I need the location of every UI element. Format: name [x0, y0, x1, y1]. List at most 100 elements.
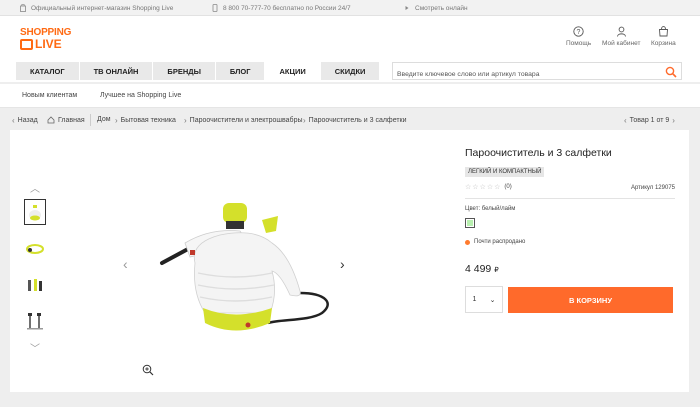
star-icon: ☆ [472, 184, 479, 191]
chevron-left-icon[interactable]: ‹ [624, 116, 627, 125]
chevron-left-icon: ‹ [12, 116, 15, 125]
cabinet-button[interactable]: Мой кабинет [602, 26, 640, 47]
crumb-separator [90, 114, 91, 126]
shop-label: Официальный интернет-магазин Shopping Li… [31, 4, 174, 12]
thumbs-up-arrow[interactable]: ︿ [30, 180, 40, 195]
search-icon[interactable] [665, 66, 677, 78]
user-icon [616, 26, 626, 37]
product-card: ︿ ﹀ ‹ › Пароочиститель и 3 салфетки ЛЕГК… [10, 130, 689, 392]
swatch-fill [467, 220, 473, 226]
best-link[interactable]: Лучшее на Shopping Live [100, 92, 181, 99]
top-info-bar: Официальный интернет-магазин Shopping Li… [0, 0, 700, 16]
help-icon: ? [573, 26, 584, 37]
cart-label: Корзина [651, 40, 676, 47]
crumb-item-2[interactable]: › Пароочистители и электрошвабры [184, 116, 303, 125]
product-tag: ЛЕГКИЙ И КОМПАКТНЫЙ [465, 167, 545, 177]
crumb-label: Пароочистители и электрошвабры [189, 117, 303, 124]
nav-discounts[interactable]: Скидки [320, 62, 381, 80]
header: SHOPPING LIVE ? Помощь Мой кабинет Корзи… [0, 16, 700, 60]
next-image-button[interactable]: › [340, 256, 345, 272]
steamer-accessory-thumb-image [26, 244, 44, 254]
nav-promo[interactable]: Акции [265, 62, 321, 80]
crumb-item-3: › Пароочиститель и 3 салфетки [303, 116, 407, 125]
availability: Почти распродано [465, 239, 525, 245]
price-value: 4 499 [465, 263, 492, 275]
add-to-cart-button[interactable]: В КОРЗИНУ [508, 287, 673, 313]
shop-info: Официальный интернет-магазин Shopping Li… [20, 4, 173, 12]
nav-brands[interactable]: Бренды [153, 62, 216, 80]
crumb-label: Пароочиститель и 3 салфетки [308, 117, 407, 124]
thumbnail-4[interactable] [24, 308, 46, 334]
product-counter: ‹ Товар 1 от 9 › [624, 116, 675, 125]
cart-button[interactable]: Корзина [651, 26, 676, 47]
steamer-thumb-image [29, 205, 41, 221]
help-button[interactable]: ? Помощь [566, 26, 591, 47]
home-icon [47, 116, 55, 124]
nav-blog[interactable]: Блог [215, 62, 266, 80]
counter-label: Товар 1 от 9 [629, 117, 670, 124]
cart-icon [658, 26, 668, 37]
home-label: Главная [58, 116, 85, 124]
price-currency: ₽ [494, 267, 499, 274]
star-icon: ☆ [486, 184, 494, 191]
thumbs-down-arrow[interactable]: ﹀ [30, 340, 40, 355]
crumb-item-1[interactable]: › Бытовая техника [115, 116, 176, 125]
chevron-right-icon: › [184, 116, 187, 125]
bag-icon [20, 4, 26, 12]
breadcrumb: ‹ Назад Главная Дом › Бытовая техника › Пар… [0, 110, 700, 130]
main-nav: Каталог ТВ онлайн Бренды Блог Акции Скид… [0, 60, 700, 83]
color-swatch[interactable] [465, 218, 475, 228]
star-icon: ☆ [479, 184, 486, 191]
star-icon: ☆ [465, 184, 472, 191]
star-icon: ☆ [494, 184, 501, 191]
thumbnail-1[interactable] [24, 199, 46, 225]
sub-nav: Новым клиентам Лучшее на Shopping Live [0, 84, 700, 108]
watch-online-label: Смотреть онлайн [415, 4, 468, 12]
phone-number: 8 800 70-777-70 бесплатно по России 24/7 [223, 4, 351, 12]
crumb-label: Дом [97, 116, 111, 123]
nav-tv-online[interactable]: ТВ онлайн [79, 62, 154, 80]
quantity-value: 1 [472, 296, 477, 303]
tv-icon [20, 39, 33, 50]
chevron-right-icon: › [303, 116, 306, 125]
nav-catalog[interactable]: Каталог [16, 62, 80, 80]
svg-text:?: ? [577, 29, 581, 36]
chevron-down-icon: ⌄ [489, 296, 496, 304]
search-box [392, 62, 682, 83]
phone-info[interactable]: 8 800 70-777-70 бесплатно по России 24/7 [212, 4, 351, 12]
prev-image-button[interactable]: ‹ [123, 256, 128, 272]
home-link[interactable]: Главная [47, 116, 85, 124]
play-icon [405, 6, 409, 10]
product-main-image [160, 203, 329, 331]
help-label: Помощь [566, 40, 592, 47]
thumbnail-2[interactable] [24, 236, 46, 262]
logo-line2-text: LIVE [35, 37, 62, 51]
logo[interactable]: SHOPPING LIVE [20, 28, 71, 51]
product-title: Пароочиститель и 3 салфетки [465, 147, 612, 159]
phone-icon [212, 4, 218, 12]
nozzles-thumb-image [27, 313, 43, 330]
logo-line2: LIVE [20, 38, 71, 51]
search-input[interactable] [393, 66, 653, 83]
divider [465, 198, 675, 199]
crumb-item-0[interactable]: Дом [97, 116, 111, 123]
zoom-icon[interactable] [142, 364, 154, 376]
watch-online-link[interactable]: Смотреть онлайн [404, 4, 468, 12]
price: 4 499 ₽ [465, 263, 499, 275]
nav-tabs: Каталог ТВ онлайн Бренды Блог Акции Скид… [16, 62, 381, 80]
thumbnail-3[interactable] [24, 272, 46, 298]
availability-label: Почти распродано [474, 239, 526, 245]
back-link[interactable]: ‹ Назад [12, 116, 38, 125]
new-clients-link[interactable]: Новым клиентам [22, 92, 77, 99]
crumb-label: Бытовая техника [120, 117, 176, 124]
rating-stars[interactable]: ☆ ☆ ☆ ☆ ☆ (0) [465, 183, 512, 191]
chevron-right-icon[interactable]: › [672, 116, 675, 125]
availability-dot-icon [465, 239, 470, 245]
rating-count: (0) [504, 184, 512, 190]
cabinet-label: Мой кабинет [602, 40, 641, 47]
color-label: Цвет: белый/лайм [465, 206, 516, 212]
accessories-thumb-image [28, 279, 42, 291]
article-number: Артикул 129075 [630, 185, 675, 191]
quantity-select[interactable]: 1 ⌄ [465, 286, 503, 313]
back-label: Назад [17, 117, 38, 124]
